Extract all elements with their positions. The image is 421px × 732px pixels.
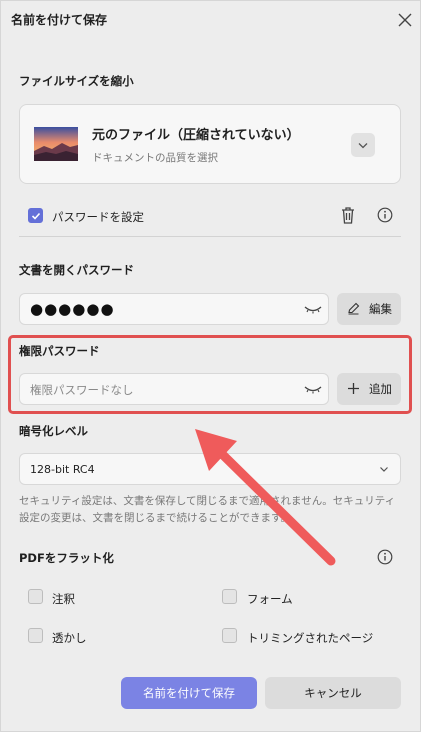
- flatten-cropped-pages-label: トリミングされたページ: [247, 631, 374, 645]
- edit-password-button[interactable]: 編集: [337, 293, 401, 325]
- save-as-dialog: 名前を付けて保存 ファイルサイズを縮小 元のファイル（圧縮されていない） ドキュ…: [0, 0, 421, 732]
- flatten-watermark-label: 透かし: [52, 631, 87, 645]
- permission-password-label: 権限パスワード: [19, 344, 100, 358]
- permission-password-placeholder: 権限パスワードなし: [30, 383, 134, 397]
- permission-password-input[interactable]: 権限パスワードなし: [19, 373, 329, 405]
- flatten-annotations-checkbox[interactable]: [28, 589, 43, 604]
- flatten-forms-label: フォーム: [247, 592, 293, 606]
- open-password-value: ●●●●●●: [30, 300, 115, 318]
- add-password-button[interactable]: 追加: [337, 373, 401, 405]
- compress-option-card[interactable]: 元のファイル（圧縮されていない） ドキュメントの品質を選択: [19, 104, 401, 184]
- flatten-watermark-checkbox[interactable]: [28, 628, 43, 643]
- pencil-icon: [348, 302, 360, 315]
- divider: [19, 236, 401, 237]
- open-password-input[interactable]: ●●●●●●: [19, 293, 329, 325]
- compress-option-subtitle: ドキュメントの品質を選択: [92, 152, 218, 164]
- dialog-title: 名前を付けて保存: [11, 13, 108, 27]
- open-password-label: 文書を開くパスワード: [19, 263, 134, 277]
- eye-closed-icon[interactable]: [304, 385, 322, 394]
- set-password-checkbox[interactable]: [28, 208, 43, 223]
- flatten-section-label: PDFをフラット化: [19, 551, 114, 565]
- close-icon[interactable]: [395, 10, 415, 30]
- save-as-button[interactable]: 名前を付けて保存: [121, 677, 257, 709]
- eye-closed-icon[interactable]: [304, 305, 322, 314]
- flatten-cropped-pages-checkbox[interactable]: [222, 628, 237, 643]
- plus-icon: [348, 383, 359, 394]
- cancel-button[interactable]: キャンセル: [265, 677, 401, 709]
- security-note: セキュリティ設定は、文書を保存して閉じるまで適用されません。セキュリティ設定の変…: [19, 495, 396, 524]
- compress-dropdown-button[interactable]: [351, 133, 375, 157]
- compress-option-title: 元のファイル（圧縮されていない）: [92, 128, 300, 143]
- title-bar: 名前を付けて保存: [1, 1, 421, 39]
- add-button-label: 追加: [369, 382, 392, 396]
- trash-icon[interactable]: [339, 205, 357, 225]
- flatten-forms-checkbox[interactable]: [222, 589, 237, 604]
- compress-section-label: ファイルサイズを縮小: [19, 74, 134, 88]
- encryption-level-value: 128-bit RC4: [30, 463, 95, 476]
- chevron-down-icon: [358, 143, 368, 149]
- set-password-label: パスワードを設定: [52, 210, 144, 224]
- edit-button-label: 編集: [369, 302, 392, 316]
- info-icon[interactable]: [377, 207, 393, 223]
- encryption-level-select[interactable]: 128-bit RC4: [19, 453, 401, 485]
- flatten-annotations-label: 注釈: [52, 592, 75, 606]
- encryption-level-label: 暗号化レベル: [19, 424, 88, 438]
- info-icon[interactable]: [377, 549, 393, 565]
- check-icon: [31, 212, 41, 220]
- chevron-down-icon: [380, 467, 388, 472]
- file-thumbnail: [34, 127, 78, 161]
